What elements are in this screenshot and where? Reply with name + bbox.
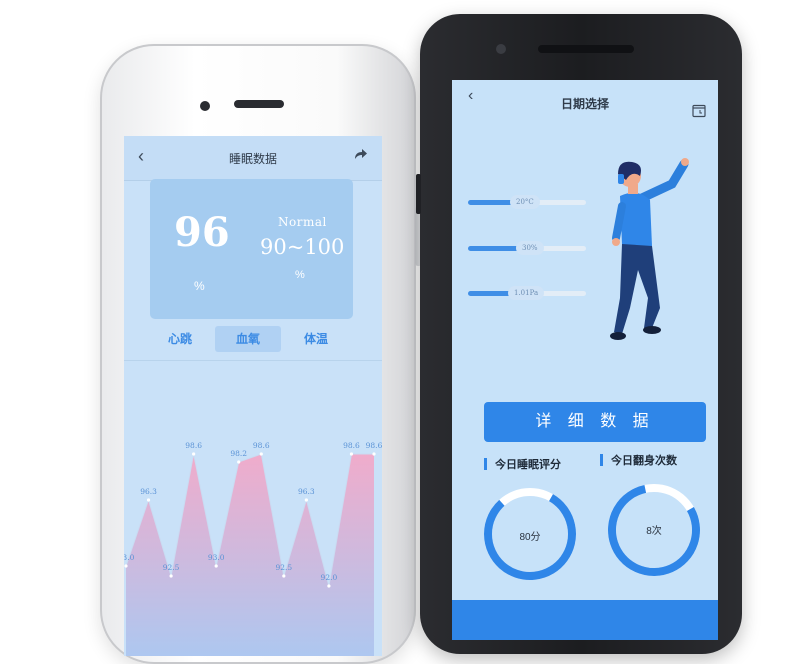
data-label: 98.6 xyxy=(185,441,202,450)
temperature-value: 20°C xyxy=(510,195,540,209)
data-label: 98.6 xyxy=(366,441,382,450)
section-marker xyxy=(484,458,487,470)
range-label: Normal xyxy=(278,215,327,229)
front-camera xyxy=(496,44,506,54)
tab-heartbeat[interactable]: 心跳 xyxy=(160,326,200,352)
data-label: 98.6 xyxy=(253,441,270,450)
data-point xyxy=(349,452,354,456)
data-label: 98.2 xyxy=(230,449,247,458)
page-title: 睡眠数据 xyxy=(228,152,277,166)
data-point xyxy=(282,574,286,578)
data-label: 92.0 xyxy=(321,573,338,582)
data-point xyxy=(327,584,331,588)
sleep-score-value: 80分 xyxy=(519,532,541,543)
data-label: 98.6 xyxy=(343,441,360,450)
temperature-slider[interactable]: 20°C xyxy=(468,195,586,209)
sleep-score-title: 今日睡眠评分 xyxy=(495,459,561,471)
data-point xyxy=(214,564,218,568)
data-label: 92.5 xyxy=(163,563,180,572)
earpiece-speaker xyxy=(234,100,284,108)
person-illustration xyxy=(610,158,689,340)
front-camera xyxy=(200,101,210,111)
metric-tabs: 心跳 血氧 体温 xyxy=(124,326,382,354)
data-label: 96.3 xyxy=(298,487,315,496)
pressure-value: 1.01Pa xyxy=(508,286,545,300)
oxygen-chart: 93.0 96.3 92.5 98.6 93.0 98.2 98.6 92.5 96.3 92.0… xyxy=(124,441,382,656)
section-marker xyxy=(600,454,603,466)
data-point xyxy=(372,452,376,456)
data-point xyxy=(124,564,128,568)
chart-area xyxy=(126,454,374,656)
data-label: 96.3 xyxy=(140,487,157,496)
bottom-bar xyxy=(452,600,718,640)
right-screen: ‹ 日期选择 20°C 30% 1.01Pa 详 细 数 据 今日睡眠评分 今日… xyxy=(452,80,718,640)
data-label: 93.0 xyxy=(208,553,225,562)
data-point xyxy=(259,452,263,456)
detail-data-button[interactable]: 详 细 数 据 xyxy=(484,402,706,442)
oxygen-card: 96 % Normal 90~100 % xyxy=(150,179,353,319)
left-phone: ‹ 睡眠数据 96 % Normal 90~100 % 心跳 血氧 体温 3.0… xyxy=(100,44,422,664)
tab-temperature[interactable]: 体温 xyxy=(296,326,336,352)
share-icon[interactable] xyxy=(352,146,368,162)
data-point xyxy=(169,574,173,578)
pressure-slider[interactable]: 1.01Pa xyxy=(468,286,586,300)
turn-count-value: 8次 xyxy=(646,526,662,537)
slider-fill xyxy=(468,246,523,251)
side-button xyxy=(416,174,421,214)
page-title: 日期选择 xyxy=(560,97,609,111)
data-point xyxy=(192,452,196,456)
earpiece-speaker xyxy=(538,45,634,53)
humidity-value: 30% xyxy=(516,241,544,255)
left-header: ‹ 睡眠数据 xyxy=(124,136,382,181)
divider xyxy=(124,360,382,361)
data-label: 93.0 xyxy=(124,553,135,562)
right-phone: ‹ 日期选择 20°C 30% 1.01Pa 详 细 数 据 今日睡眠评分 今日… xyxy=(416,14,742,654)
current-value: 96 xyxy=(174,209,230,256)
current-unit: % xyxy=(194,279,205,293)
calendar-icon[interactable] xyxy=(692,104,706,118)
turn-count-title: 今日翻身次数 xyxy=(611,455,677,467)
turn-count-heading: 今日翻身次数 xyxy=(600,454,677,468)
sleep-score-heading: 今日睡眠评分 xyxy=(484,458,561,472)
humidity-slider[interactable]: 30% xyxy=(468,241,586,255)
data-point xyxy=(146,498,151,502)
range-value: 90~100 xyxy=(260,235,345,259)
left-screen: ‹ 睡眠数据 96 % Normal 90~100 % 心跳 血氧 体温 3.0… xyxy=(124,136,382,656)
data-point xyxy=(304,498,308,502)
data-label: 92.5 xyxy=(275,563,292,572)
tab-blood-oxygen[interactable]: 血氧 xyxy=(215,326,281,352)
range-unit: % xyxy=(295,269,305,281)
data-point xyxy=(237,460,241,464)
